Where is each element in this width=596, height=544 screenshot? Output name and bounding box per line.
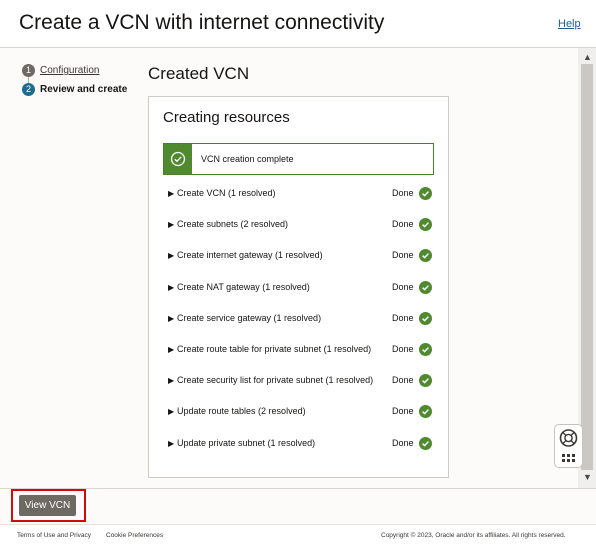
scrollbar-thumb[interactable]	[581, 64, 593, 470]
check-circle-icon	[419, 405, 432, 419]
resource-label: Create internet gateway (1 resolved)	[177, 250, 323, 261]
resource-row[interactable]: ▶ Update private subnet (1 resolved) Done	[164, 431, 436, 462]
action-bar	[0, 488, 596, 525]
wizard-steps-panel	[0, 48, 136, 488]
page-footer: Terms of Use and Privacy Cookie Preferen…	[0, 524, 596, 544]
vertical-scrollbar[interactable]: ▲ ▼	[578, 48, 596, 488]
cookie-preferences-link[interactable]: Cookie Preferences	[106, 532, 163, 539]
success-banner: VCN creation complete	[163, 143, 434, 175]
resource-status: Done	[392, 219, 414, 230]
resource-label: Update private subnet (1 resolved)	[177, 437, 316, 448]
resource-label: Create VCN (1 resolved)	[177, 188, 276, 198]
resource-status: Done	[392, 250, 414, 261]
scroll-down-icon[interactable]: ▼	[583, 472, 592, 482]
expand-triangle-icon[interactable]: ▶	[168, 189, 174, 198]
resources-card: Creating resources VCN creation complete…	[148, 96, 449, 478]
resource-status: Done	[392, 312, 414, 323]
resource-label: Create NAT gateway (1 resolved)	[177, 281, 310, 292]
help-link[interactable]: Help	[558, 18, 581, 30]
expand-triangle-icon[interactable]: ▶	[168, 376, 174, 385]
expand-triangle-icon[interactable]: ▶	[168, 283, 174, 292]
check-circle-icon	[419, 342, 432, 356]
highlight-annotation	[11, 489, 86, 522]
card-title: Creating resources	[163, 109, 290, 126]
expand-triangle-icon[interactable]: ▶	[168, 220, 174, 229]
check-circle-icon	[419, 311, 432, 325]
check-circle-icon	[419, 249, 432, 263]
resource-status: Done	[392, 281, 414, 292]
resource-status: Done	[392, 343, 414, 354]
step-number: 1	[22, 64, 35, 77]
expand-triangle-icon[interactable]: ▶	[168, 345, 174, 354]
step-label: Review and create	[40, 84, 128, 95]
step-configuration[interactable]: 1 Configuration	[22, 64, 99, 77]
check-circle-icon	[419, 436, 432, 450]
step-number: 2	[22, 83, 35, 96]
resource-row[interactable]: ▶ Create service gateway (1 resolved) Done	[164, 306, 436, 337]
resource-label: Create service gateway (1 resolved)	[177, 312, 322, 323]
expand-triangle-icon[interactable]: ▶	[168, 314, 174, 323]
check-circle-icon	[419, 218, 432, 232]
check-circle-icon	[419, 187, 432, 200]
resource-list: ▶ Create VCN (1 resolved) Done ▶ Create subn…	[164, 181, 436, 462]
resource-status: Done	[392, 406, 414, 417]
copyright-text: Copyright © 2023, Oracle and/or its affi…	[381, 532, 566, 539]
lifebuoy-icon[interactable]	[555, 425, 582, 467]
section-title: Created VCN	[148, 64, 250, 83]
page-header: Create a VCN with internet connectivity …	[0, 0, 596, 48]
help-center-widget[interactable]	[554, 424, 583, 468]
resource-status: Done	[392, 437, 414, 448]
resource-row[interactable]: ▶ Create VCN (1 resolved) Done	[164, 181, 436, 212]
resource-label: Create subnets (2 resolved)	[177, 219, 289, 230]
resource-row[interactable]: ▶ Create security list for private subnet…	[164, 368, 436, 399]
step-review-and-create: 2 Review and create	[22, 83, 127, 96]
expand-triangle-icon[interactable]: ▶	[168, 407, 174, 416]
expand-triangle-icon[interactable]: ▶	[168, 251, 174, 260]
check-circle-icon	[419, 374, 432, 388]
expand-triangle-icon[interactable]: ▶	[168, 439, 174, 448]
check-circle-icon	[419, 280, 432, 294]
resource-row[interactable]: ▶ Create route table for private subnet (…	[164, 337, 436, 368]
page-title: Create a VCN with internet connectivity	[19, 11, 385, 34]
step-label[interactable]: Configuration	[40, 65, 99, 76]
resource-label: Create security list for private subnet …	[177, 375, 374, 386]
resource-status: Done	[392, 375, 414, 386]
resource-row[interactable]: ▶ Update route tables (2 resolved) Done	[164, 399, 436, 430]
resource-row[interactable]: ▶ Create NAT gateway (1 resolved) Done	[164, 275, 436, 306]
success-icon	[164, 144, 192, 174]
resource-label: Create route table for private subnet (1…	[177, 343, 372, 354]
resource-row[interactable]: ▶ Create subnets (2 resolved) Done	[164, 212, 436, 243]
resource-status: Done	[392, 188, 414, 198]
resource-label: Update route tables (2 resolved)	[177, 406, 306, 417]
terms-link[interactable]: Terms of Use and Privacy	[17, 532, 91, 539]
banner-message: VCN creation complete	[201, 154, 294, 164]
resource-row[interactable]: ▶ Create internet gateway (1 resolved) Don…	[164, 243, 436, 274]
scroll-up-icon[interactable]: ▲	[583, 52, 592, 62]
